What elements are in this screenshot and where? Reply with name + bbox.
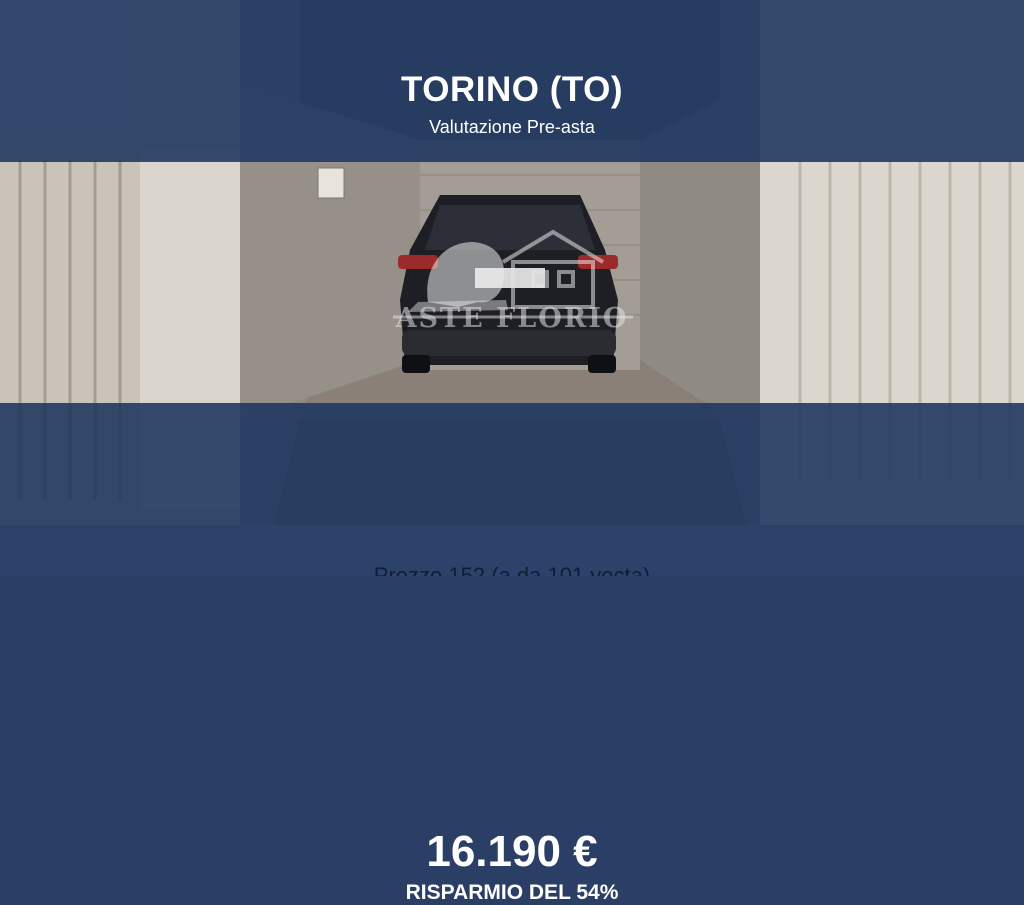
header-band: TORINO (TO) Valutazione Pre-asta [0, 0, 1024, 162]
city-title: TORINO (TO) [401, 70, 623, 109]
price-value: 16.190 € [426, 827, 598, 876]
footer-band: Prezzo 152 (a da 101 vecta) [0, 525, 1024, 576]
price-band: 16.190 € RISPARMIO DEL 54% [0, 403, 1024, 904]
saving-label: RISPARMIO DEL 54% [405, 881, 619, 904]
footer-partial-text: Prezzo 152 (a da 101 vecta) [373, 563, 651, 576]
watermark-brand: ASTE FLORIO [395, 303, 629, 334]
valuation-subtitle: Valutazione Pre-asta [429, 117, 595, 137]
